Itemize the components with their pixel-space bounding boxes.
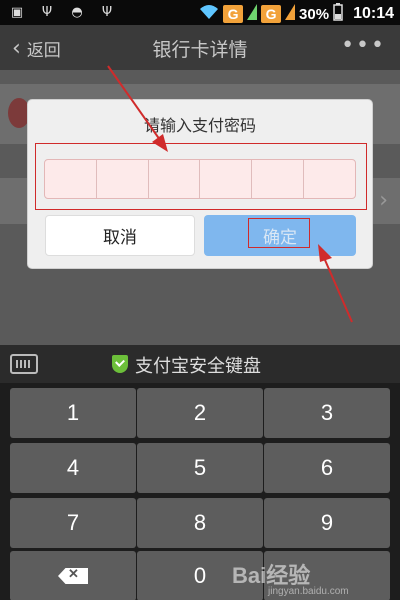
watermark-url: jingyan.baidu.com bbox=[268, 586, 349, 597]
key-7[interactable]: 7 bbox=[10, 498, 136, 548]
more-menu-button[interactable]: ••• bbox=[341, 33, 386, 58]
wifi-icon bbox=[199, 4, 219, 24]
network-badge-2: G bbox=[261, 5, 282, 23]
clock: 10:14 bbox=[353, 5, 394, 22]
signal-icon bbox=[247, 4, 258, 24]
annotation-highlight-confirm bbox=[248, 218, 310, 248]
keyboard-title: 支付宝安全键盘 bbox=[135, 356, 261, 377]
password-digit-cell bbox=[149, 160, 201, 198]
keyboard-icon[interactable] bbox=[10, 354, 38, 374]
password-input[interactable] bbox=[44, 159, 356, 199]
numeric-keypad: 1 2 3 4 5 6 7 8 9 ✕ 0 bbox=[0, 383, 400, 600]
usb-debug-icon: Ψ bbox=[101, 4, 113, 20]
key-1[interactable]: 1 bbox=[10, 388, 136, 438]
android-icon: ◓ bbox=[71, 4, 83, 20]
backspace-key[interactable]: ✕ bbox=[10, 551, 136, 600]
status-bar: ▣ Ψ ◓ Ψ G G 30% 10:14 bbox=[0, 0, 400, 25]
status-indicators: G G 30% 10:14 bbox=[199, 3, 394, 25]
message-icon: ▣ bbox=[10, 4, 24, 20]
app-header: ‹ 返回 银行卡详情 ••• bbox=[0, 25, 400, 70]
network-badge-1: G bbox=[223, 5, 244, 23]
key-4[interactable]: 4 bbox=[10, 443, 136, 493]
password-digit-cell bbox=[304, 160, 355, 198]
password-digit-cell bbox=[200, 160, 253, 198]
key-6[interactable]: 6 bbox=[264, 443, 390, 493]
battery-icon bbox=[333, 3, 343, 25]
key-9[interactable]: 9 bbox=[264, 498, 390, 548]
key-3[interactable]: 3 bbox=[264, 388, 390, 438]
cancel-button[interactable]: 取消 bbox=[45, 215, 195, 256]
password-digit-cell bbox=[97, 160, 149, 198]
usb-icon: Ψ bbox=[41, 4, 53, 20]
notification-icons: ▣ Ψ ◓ Ψ bbox=[8, 4, 116, 20]
chevron-right-icon: › bbox=[379, 188, 388, 213]
password-digit-cell bbox=[252, 160, 305, 198]
battery-percentage: 30% bbox=[299, 5, 330, 23]
dialog-title: 请输入支付密码 bbox=[143, 116, 256, 135]
keyboard-header: 支付宝安全键盘 bbox=[0, 345, 400, 383]
bank-logo bbox=[8, 98, 30, 128]
backspace-icon: ✕ bbox=[58, 568, 88, 584]
key-5[interactable]: 5 bbox=[137, 443, 263, 493]
password-digit-cell bbox=[45, 160, 97, 198]
key-8[interactable]: 8 bbox=[137, 498, 263, 548]
password-dialog: 请输入支付密码 取消 确定 bbox=[28, 100, 372, 268]
page-title: 银行卡详情 bbox=[152, 39, 248, 61]
signal-icon-2 bbox=[285, 4, 296, 24]
key-2[interactable]: 2 bbox=[137, 388, 263, 438]
shield-icon bbox=[112, 355, 128, 373]
